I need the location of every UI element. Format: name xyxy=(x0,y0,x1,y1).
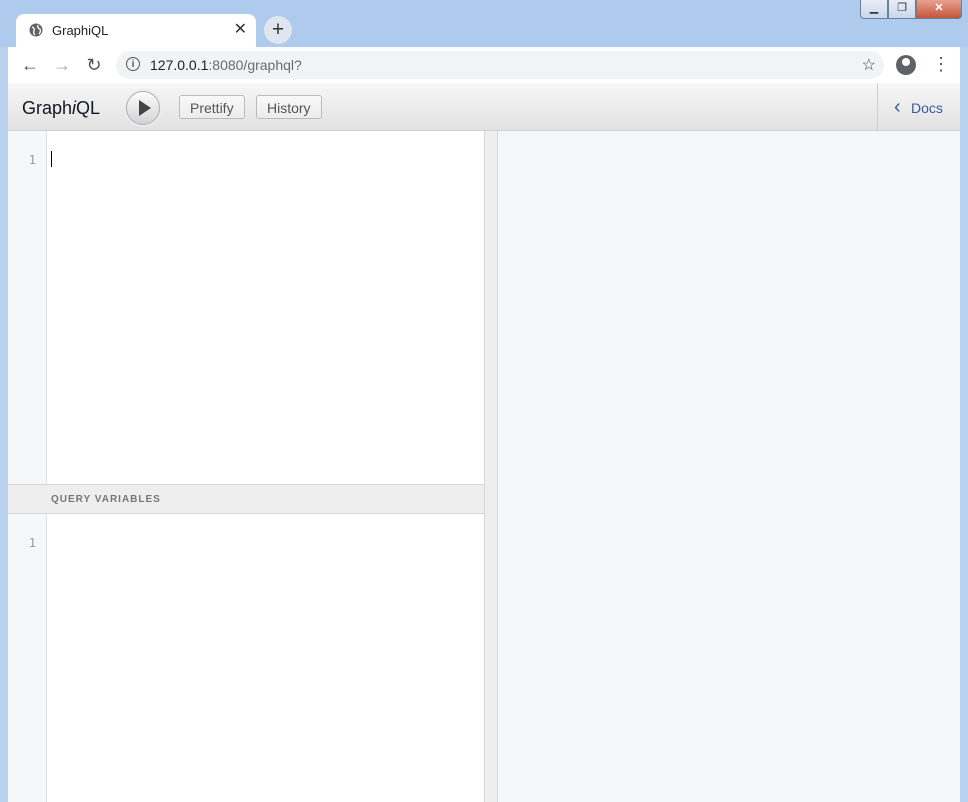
url-text[interactable]: 127.0.0.1:8080/graphql? xyxy=(150,57,302,73)
forward-arrow-icon[interactable]: → xyxy=(52,55,72,75)
execute-query-button[interactable] xyxy=(126,91,160,125)
close-tab-icon[interactable]: ✕ xyxy=(234,20,247,40)
account-icon[interactable] xyxy=(896,55,916,75)
window-controls: ▁ ❐ ✕ xyxy=(860,0,962,20)
line-number: 1 xyxy=(28,153,36,167)
window-close-icon[interactable]: ✕ xyxy=(916,0,962,19)
tab-graphiql[interactable]: GraphiQL ✕ xyxy=(16,14,256,47)
new-tab-button[interactable]: + xyxy=(264,16,292,44)
menu-kebab-icon[interactable]: ⋮ xyxy=(932,54,950,74)
line-number: 1 xyxy=(28,536,36,550)
browser-toolbar: ← → ↻ i 127.0.0.1:8080/graphql? ☆ ⋮ xyxy=(8,47,960,83)
query-variables-title: QUERY VARIABLES xyxy=(51,494,161,505)
globe-icon xyxy=(29,23,43,37)
tab-title: GraphiQL xyxy=(52,23,109,38)
query-variables-header[interactable]: QUERY VARIABLES xyxy=(8,484,484,514)
bookmark-star-icon[interactable]: ☆ xyxy=(862,55,876,75)
browser-window: GraphiQL ✕ + ▁ ❐ ✕ ← → ↻ i 127.0.0.1:808… xyxy=(0,0,968,802)
tab-strip: GraphiQL ✕ + ▁ ❐ ✕ xyxy=(0,0,968,47)
chevron-left-icon: ‹ xyxy=(894,96,901,118)
pane-splitter[interactable] xyxy=(484,131,498,802)
docs-label: Docs xyxy=(911,100,943,116)
result-pane xyxy=(498,131,960,802)
variables-editor[interactable]: 1 xyxy=(8,514,484,802)
reload-icon[interactable]: ↻ xyxy=(84,55,104,75)
graphiql-topbar: GraphiQL Prettify History ‹ Docs xyxy=(8,83,960,131)
query-gutter: 1 xyxy=(8,131,47,484)
history-button[interactable]: History xyxy=(256,95,322,119)
docs-button[interactable]: ‹ Docs xyxy=(877,83,960,130)
minimize-icon[interactable]: ▁ xyxy=(860,0,888,19)
text-cursor xyxy=(51,151,52,167)
address-bar[interactable]: i 127.0.0.1:8080/graphql? ☆ xyxy=(116,51,884,79)
variables-gutter: 1 xyxy=(8,514,47,802)
site-info-icon[interactable]: i xyxy=(126,57,140,71)
prettify-button[interactable]: Prettify xyxy=(179,95,245,119)
graphiql-app: GraphiQL Prettify History ‹ Docs 1 QUERY… xyxy=(8,83,960,802)
restore-icon[interactable]: ❐ xyxy=(888,0,916,19)
graphiql-logo: GraphiQL xyxy=(22,98,101,118)
back-arrow-icon[interactable]: ← xyxy=(20,55,40,75)
query-editor[interactable]: 1 xyxy=(8,131,484,484)
